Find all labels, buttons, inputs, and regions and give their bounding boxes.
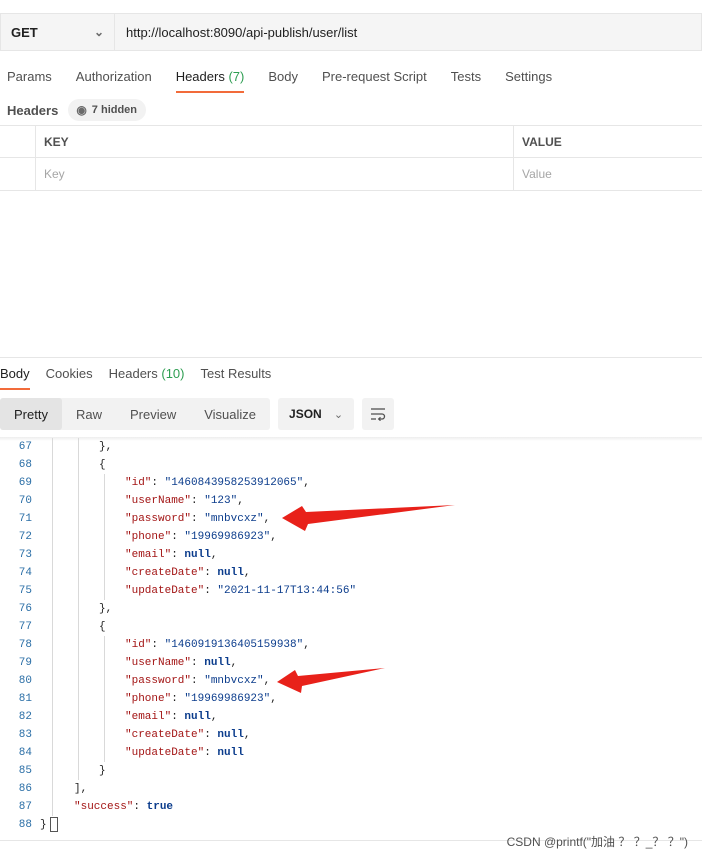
annotation-layer: [277, 505, 455, 693]
red-arrow-annotation: [282, 505, 455, 531]
watermark: CSDN @printf("加油 ？ ？_？ ？"): [506, 835, 688, 849]
red-arrow-annotation: [277, 668, 385, 693]
